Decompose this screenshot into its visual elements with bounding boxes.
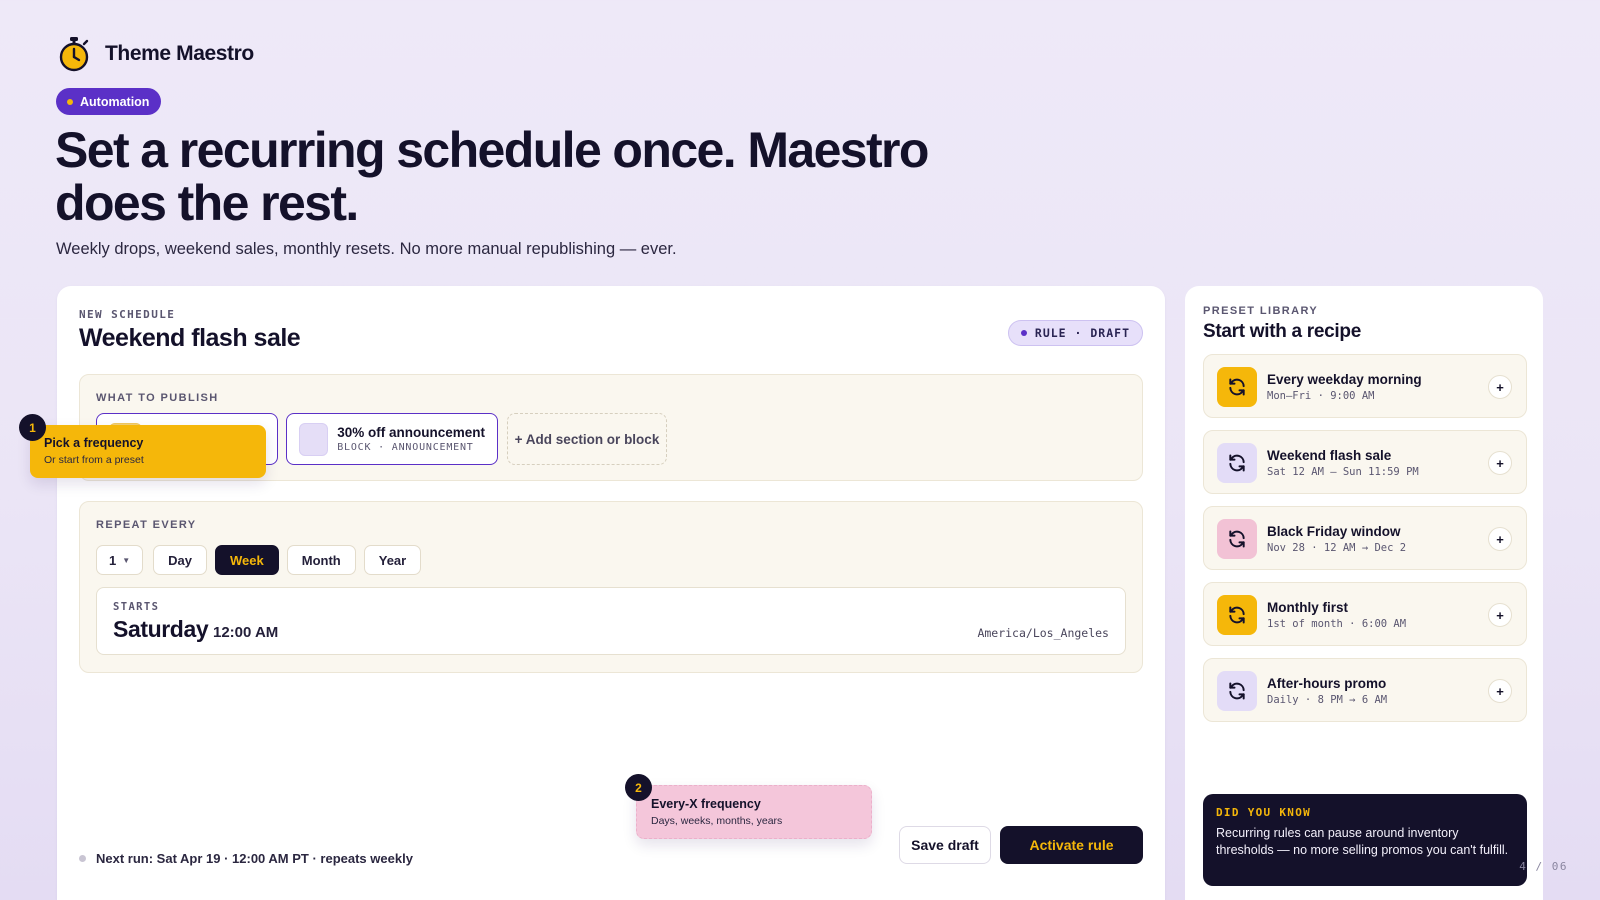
add-preset-button[interactable]: +: [1488, 375, 1512, 399]
status-dot: [1020, 330, 1027, 336]
library-title: Start with a recipe: [1203, 321, 1361, 342]
preset-meta: Sat 12 AM – Sun 11:59 PM: [1267, 466, 1419, 478]
block-meta: BLOCK · ANNOUNCEMENT: [337, 442, 474, 453]
callout-subtitle: Days, weeks, months, years: [651, 815, 783, 827]
starts-eyebrow: STARTS: [113, 601, 160, 613]
chevron-down-icon: ▼: [122, 555, 131, 565]
starts-time: 12:00 AM: [213, 624, 279, 641]
page-counter: 4 / 06: [1519, 860, 1568, 873]
unit-month-button[interactable]: Month: [286, 545, 356, 575]
refresh-icon: [1217, 671, 1257, 711]
preset-name: Monthly first: [1267, 600, 1348, 615]
refresh-icon: [1217, 443, 1257, 483]
callout-subtitle: Or start from a preset: [44, 454, 144, 466]
tip-eyebrow: DID YOU KNOW: [1216, 806, 1312, 819]
repeat-panel: REPEAT EVERY 1 ▼ Day Week Month Year STA…: [79, 501, 1143, 673]
library-eyebrow: PRESET LIBRARY: [1203, 305, 1319, 317]
preset-item[interactable]: After-hours promo Daily · 8 PM → 6 AM +: [1203, 658, 1527, 722]
preset-meta: Mon–Fri · 9:00 AM: [1267, 390, 1375, 402]
callout-title: Pick a frequency: [44, 436, 144, 450]
step-badge-1: 1: [19, 414, 46, 441]
preset-item[interactable]: Black Friday window Nov 28 · 12 AM → Dec…: [1203, 506, 1527, 570]
schedule-title: Weekend flash sale: [79, 324, 301, 352]
callout-pick-frequency: Pick a frequency Or start from a preset: [30, 425, 266, 478]
starts-day: Saturday: [113, 616, 209, 642]
preset-name: After-hours promo: [1267, 676, 1387, 691]
publish-eyebrow: WHAT TO PUBLISH: [96, 392, 219, 404]
repeat-eyebrow: REPEAT EVERY: [96, 519, 197, 531]
save-draft-button[interactable]: Save draft: [899, 826, 991, 864]
interval-value: 1: [109, 552, 117, 568]
status-label: RULE · DRAFT: [1034, 326, 1130, 340]
hero-title: Set a recurring schedule once. Maestro d…: [55, 122, 929, 231]
hero-subtitle: Weekly drops, weekend sales, monthly res…: [56, 240, 677, 258]
interval-select[interactable]: 1 ▼: [96, 545, 144, 575]
callout-every-x-frequency: Every-X frequency Days, weeks, months, y…: [636, 785, 872, 839]
refresh-icon: [1217, 519, 1257, 559]
preset-item[interactable]: Every weekday morning Mon–Fri · 9:00 AM …: [1203, 354, 1527, 418]
stopwatch-icon: [59, 37, 89, 72]
unit-week-button[interactable]: Week: [215, 545, 279, 575]
brand: Theme Maestro: [57, 36, 254, 72]
block-thumbnail: [299, 422, 329, 456]
preset-item[interactable]: Weekend flash sale Sat 12 AM – Sun 11:59…: [1203, 430, 1527, 494]
add-preset-button[interactable]: +: [1488, 527, 1512, 551]
next-run-text: Next run: Sat Apr 19 · 12:00 AM PT · rep…: [96, 851, 413, 866]
activate-rule-button[interactable]: Activate rule: [1000, 826, 1143, 864]
preset-name: Weekend flash sale: [1267, 448, 1392, 463]
unit-year-button[interactable]: Year: [363, 545, 422, 575]
tip-body: Recurring rules can pause around invento…: [1216, 826, 1509, 857]
refresh-icon: [1217, 367, 1257, 407]
add-block-button[interactable]: + Add section or block: [507, 413, 667, 465]
unit-day-button[interactable]: Day: [153, 545, 208, 575]
schedule-eyebrow: NEW SCHEDULE: [79, 308, 176, 321]
step-badge-2: 2: [625, 774, 652, 801]
add-preset-button[interactable]: +: [1488, 679, 1512, 703]
preset-meta: 1st of month · 6:00 AM: [1267, 618, 1407, 630]
add-preset-button[interactable]: +: [1488, 603, 1512, 627]
did-you-know-tip: DID YOU KNOW Recurring rules can pause a…: [1203, 794, 1527, 886]
add-preset-button[interactable]: +: [1488, 451, 1512, 475]
timezone-label[interactable]: America/Los_Angeles: [977, 626, 1109, 640]
status-dot: [79, 855, 86, 862]
status-badge: RULE · DRAFT: [1007, 320, 1143, 346]
block-chip-announcement[interactable]: 30% off announcement BLOCK · ANNOUNCEMEN…: [286, 413, 498, 465]
tag-dot: [67, 98, 73, 105]
preset-list: Every weekday morning Mon–Fri · 9:00 AM …: [1203, 354, 1527, 734]
preset-name: Black Friday window: [1267, 524, 1401, 539]
brand-name: Theme Maestro: [105, 42, 254, 65]
starts-field[interactable]: STARTS Saturday 12:00 AM America/Los_Ang…: [96, 587, 1126, 655]
preset-library-card: PRESET LIBRARY Start with a recipe Every…: [1185, 286, 1543, 900]
preset-meta: Daily · 8 PM → 6 AM: [1267, 694, 1388, 706]
repeat-controls: 1 ▼ Day Week Month Year: [96, 545, 422, 575]
block-title: 30% off announcement: [337, 425, 485, 440]
preset-item[interactable]: Monthly first 1st of month · 6:00 AM +: [1203, 582, 1527, 646]
preset-meta: Nov 28 · 12 AM → Dec 2: [1267, 542, 1407, 554]
next-run-status: Next run: Sat Apr 19 · 12:00 AM PT · rep…: [79, 851, 413, 866]
callout-title: Every-X frequency: [651, 797, 761, 811]
refresh-icon: [1217, 595, 1257, 635]
tag-label: Automation: [80, 94, 150, 109]
preset-name: Every weekday morning: [1267, 372, 1422, 387]
automation-tag: Automation: [56, 88, 162, 115]
schedule-card: NEW SCHEDULE Weekend flash sale RULE · D…: [57, 286, 1165, 900]
